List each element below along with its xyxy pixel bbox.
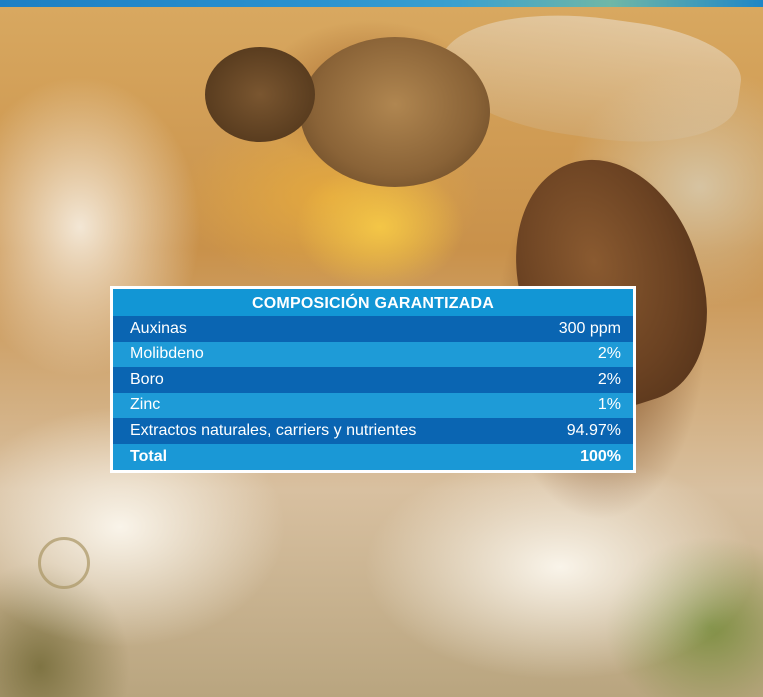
row-value: 2% [597, 370, 621, 388]
row-value: 2% [597, 345, 621, 363]
row-label: Boro [130, 370, 164, 388]
total-value: 100% [580, 447, 621, 465]
bee-thorax [300, 37, 490, 187]
composition-table: COMPOSICIÓN GARANTIZADA Auxinas 300 ppm … [110, 286, 636, 473]
composition-title: COMPOSICIÓN GARANTIZADA [113, 289, 633, 316]
table-row: Auxinas 300 ppm [113, 316, 633, 342]
bee-head [205, 47, 315, 142]
row-label: Auxinas [130, 319, 187, 337]
top-color-strip [0, 0, 763, 7]
row-label: Molibdeno [130, 345, 204, 363]
table-row: Zinc 1% [113, 392, 633, 418]
table-row: Extractos naturales, carriers y nutrient… [113, 418, 633, 444]
row-value: 1% [597, 396, 621, 414]
table-total-row: Total 100% [113, 443, 633, 470]
total-label: Total [130, 447, 168, 465]
table-row: Molibdeno 2% [113, 341, 633, 367]
row-label: Extractos naturales, carriers y nutrient… [130, 421, 417, 439]
row-value: 94.97% [566, 421, 621, 439]
table-row: Boro 2% [113, 367, 633, 393]
row-label: Zinc [130, 396, 161, 414]
row-value: 300 ppm [558, 319, 621, 337]
page: COMPOSICIÓN GARANTIZADA Auxinas 300 ppm … [0, 0, 763, 697]
petal-mark [38, 537, 90, 589]
